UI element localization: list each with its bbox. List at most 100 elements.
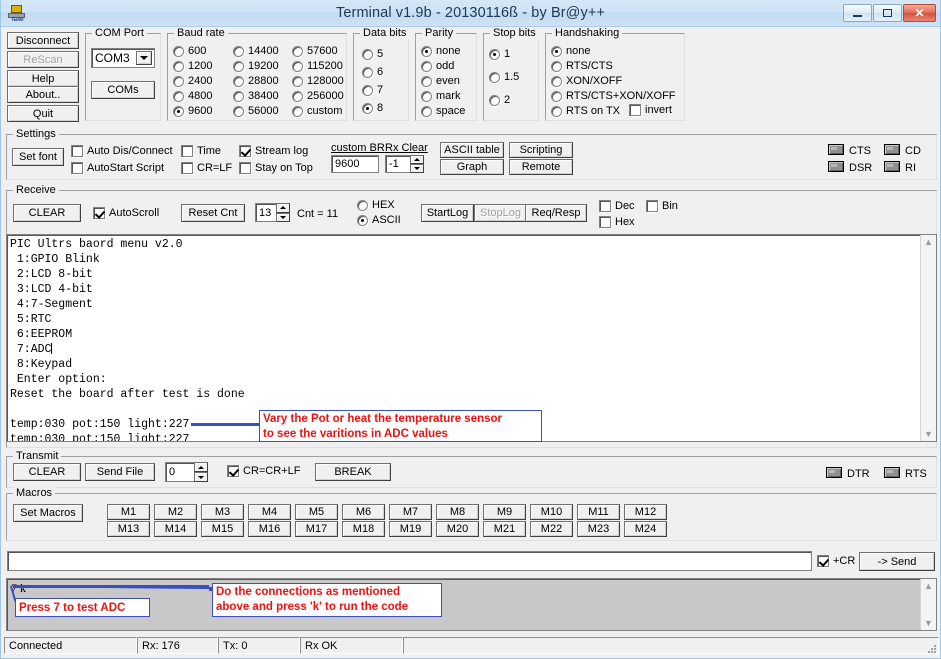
scroll-up-icon[interactable]: ▲ — [924, 235, 933, 249]
about-button[interactable]: About.. — [7, 86, 79, 103]
baud-custom[interactable]: custom — [292, 105, 342, 117]
data-bits-8[interactable]: 8 — [362, 102, 383, 114]
stoplog-button[interactable]: StopLog — [474, 204, 527, 222]
bin-checkbox[interactable]: Bin — [646, 200, 678, 212]
rx-clear-stepper[interactable] — [410, 155, 424, 173]
parity-mark[interactable]: mark — [421, 90, 460, 102]
data-bits-6[interactable]: 6 — [362, 66, 383, 78]
baud-19200[interactable]: 19200 — [233, 60, 279, 72]
handshaking-rts-cts-xon-xoff[interactable]: RTS/CTS+XON/XOFF — [551, 90, 676, 102]
coms-button[interactable]: COMs — [91, 81, 155, 99]
scripting-button[interactable]: Scripting — [509, 142, 573, 158]
handshaking-none[interactable]: none — [551, 45, 590, 57]
macro-button-m24[interactable]: M24 — [624, 521, 667, 537]
chevron-down-icon[interactable] — [136, 51, 152, 65]
parity-none[interactable]: none — [421, 45, 460, 57]
stop-bits-2[interactable]: 2 — [489, 94, 510, 106]
macro-button-m20[interactable]: M20 — [436, 521, 479, 537]
set-macros-button[interactable]: Set Macros — [13, 504, 83, 522]
macro-button-m22[interactable]: M22 — [530, 521, 573, 537]
handshaking-rts-on-tx[interactable]: RTS on TX — [551, 105, 620, 117]
receive-clear-button[interactable]: CLEAR — [13, 204, 81, 222]
data-bits-5[interactable]: 5 — [362, 48, 383, 60]
baud-38400[interactable]: 38400 — [233, 90, 279, 102]
send-input[interactable] — [7, 551, 812, 571]
stream-log-checkbox[interactable]: Stream log — [239, 145, 308, 157]
stepper-up-icon[interactable] — [410, 155, 424, 164]
cr-crlf-checkbox[interactable]: CR=CR+LF — [227, 465, 300, 477]
baud-2400[interactable]: 2400 — [173, 75, 212, 87]
cr-lf-checkbox[interactable]: CR=LF — [181, 162, 232, 174]
data-bits-7[interactable]: 7 — [362, 84, 383, 96]
transmit-clear-button[interactable]: CLEAR — [13, 463, 81, 481]
macro-button-m12[interactable]: M12 — [624, 504, 667, 520]
help-button[interactable]: Help — [7, 70, 79, 87]
dec-checkbox[interactable]: Dec — [599, 200, 635, 212]
baud-14400[interactable]: 14400 — [233, 45, 279, 57]
auto-dis-connect-checkbox[interactable]: Auto Dis/Connect — [71, 145, 173, 157]
rx-clear-input[interactable]: -1 — [385, 155, 412, 173]
transmit-delay-input[interactable]: 0 — [165, 462, 195, 482]
scroll-down-icon[interactable]: ▼ — [924, 427, 933, 441]
com-port-select[interactable]: COM3 — [91, 48, 155, 68]
baud-28800[interactable]: 28800 — [233, 75, 279, 87]
quit-button[interactable]: Quit — [7, 105, 79, 122]
remote-button[interactable]: Remote — [509, 159, 573, 175]
macro-button-m14[interactable]: M14 — [154, 521, 197, 537]
disconnect-button[interactable]: Disconnect — [7, 32, 79, 49]
stop-bits-1-5[interactable]: 1.5 — [489, 71, 519, 83]
scroll-up-icon[interactable]: ▲ — [924, 579, 933, 593]
macro-button-m11[interactable]: M11 — [577, 504, 620, 520]
req-resp-button[interactable]: Req/Resp — [525, 204, 587, 222]
parity-even[interactable]: even — [421, 75, 460, 87]
handshaking-xon-xoff[interactable]: XON/XOFF — [551, 75, 622, 87]
cnt-input[interactable]: 13 — [255, 203, 277, 222]
macro-button-m15[interactable]: M15 — [201, 521, 244, 537]
macro-button-m2[interactable]: M2 — [154, 504, 197, 520]
macro-button-m17[interactable]: M17 — [295, 521, 338, 537]
macro-button-m6[interactable]: M6 — [342, 504, 385, 520]
macro-button-m23[interactable]: M23 — [577, 521, 620, 537]
macro-button-m1[interactable]: M1 — [107, 504, 150, 520]
stepper-up-icon[interactable] — [276, 203, 290, 213]
startlog-button[interactable]: StartLog — [421, 204, 474, 222]
macro-button-m19[interactable]: M19 — [389, 521, 432, 537]
macro-button-m8[interactable]: M8 — [436, 504, 479, 520]
stop-bits-1[interactable]: 1 — [489, 48, 510, 60]
close-button[interactable]: ✕ — [903, 4, 936, 22]
parity-space[interactable]: space — [421, 105, 465, 117]
baud-256000[interactable]: 256000 — [292, 90, 344, 102]
set-font-button[interactable]: Set font — [12, 148, 64, 166]
handshaking-rts-cts[interactable]: RTS/CTS — [551, 60, 613, 72]
parity-odd[interactable]: odd — [421, 60, 454, 72]
baud-115200[interactable]: 115200 — [292, 60, 343, 72]
baud-56000[interactable]: 56000 — [233, 105, 279, 117]
break-button[interactable]: BREAK — [315, 463, 391, 481]
history-scrollbar[interactable]: ▲ ▼ — [920, 579, 936, 630]
macro-button-m18[interactable]: M18 — [342, 521, 385, 537]
stepper-down-icon[interactable] — [410, 164, 424, 173]
macro-button-m10[interactable]: M10 — [530, 504, 573, 520]
stepper-down-icon[interactable] — [276, 212, 290, 222]
time-checkbox[interactable]: Time — [181, 145, 221, 157]
stay-on-top-checkbox[interactable]: Stay on Top — [239, 162, 313, 174]
transmit-delay-stepper[interactable] — [194, 462, 208, 482]
rescan-button[interactable]: ReScan — [7, 51, 79, 68]
baud-9600[interactable]: 9600 — [173, 105, 212, 117]
maximize-button[interactable] — [873, 4, 902, 22]
invert-checkbox[interactable]: invert — [629, 104, 672, 116]
minimize-button[interactable] — [843, 4, 872, 22]
ascii-radio[interactable]: ASCII — [357, 214, 401, 226]
cnt-stepper[interactable] — [276, 203, 290, 222]
scroll-down-icon[interactable]: ▼ — [924, 616, 933, 630]
reset-cnt-button[interactable]: Reset Cnt — [181, 204, 245, 222]
autostart-script-checkbox[interactable]: AutoStart Script — [71, 162, 164, 174]
hex-checkbox[interactable]: Hex — [599, 216, 635, 228]
macro-button-m7[interactable]: M7 — [389, 504, 432, 520]
macro-button-m16[interactable]: M16 — [248, 521, 291, 537]
baud-600[interactable]: 600 — [173, 45, 206, 57]
baud-4800[interactable]: 4800 — [173, 90, 212, 102]
macro-button-m5[interactable]: M5 — [295, 504, 338, 520]
macro-button-m4[interactable]: M4 — [248, 504, 291, 520]
plus-cr-checkbox[interactable]: +CR — [817, 555, 855, 567]
